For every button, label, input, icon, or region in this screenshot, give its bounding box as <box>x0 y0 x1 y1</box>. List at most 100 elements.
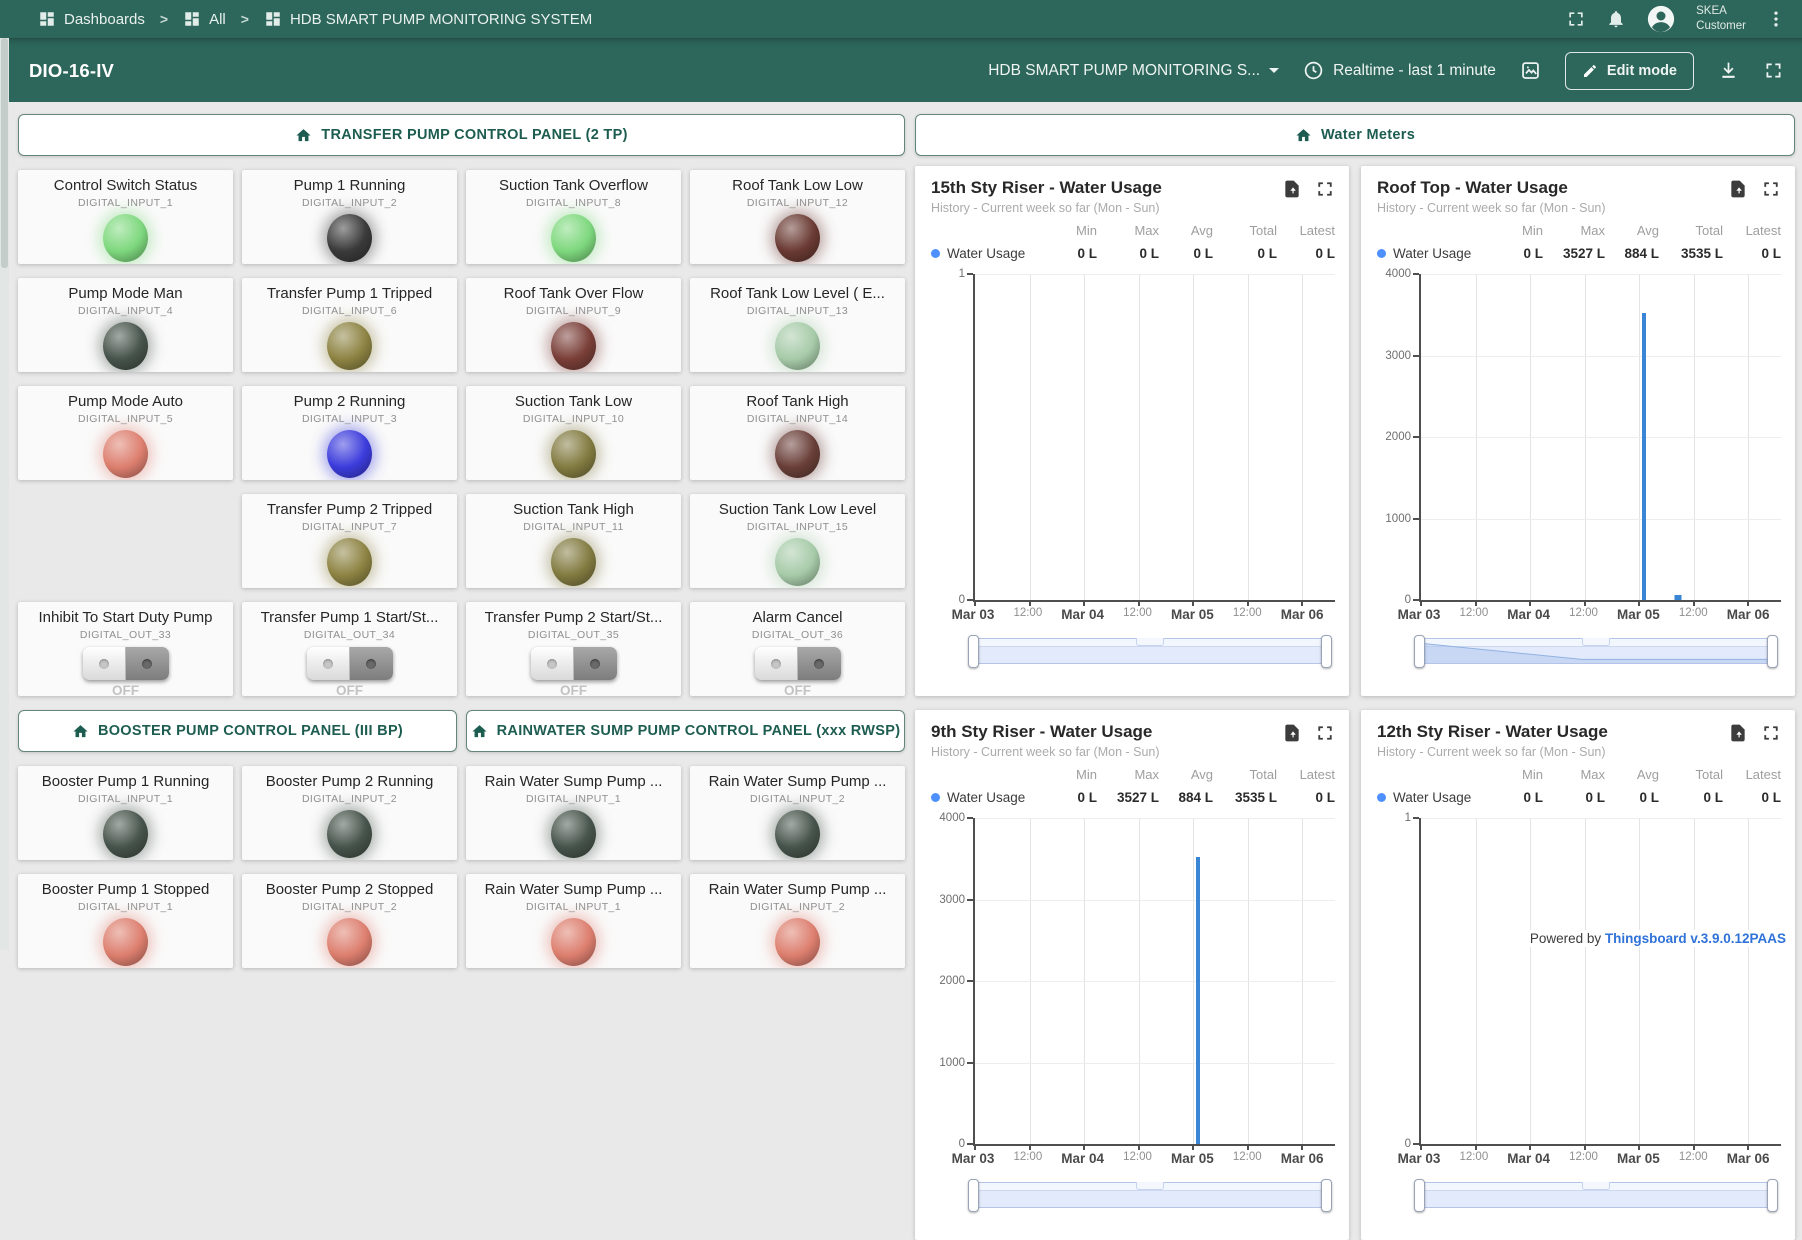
brush-grip[interactable] <box>1582 638 1610 646</box>
legend-stat-value: 0 L <box>1045 790 1097 805</box>
switch-state-label: OFF <box>466 683 681 696</box>
timewindow-button[interactable]: Realtime - last 1 minute <box>1303 60 1496 81</box>
download-button[interactable] <box>1718 60 1739 81</box>
led-indicator-card: Roof Tank HighDIGITAL_INPUT_14 <box>690 386 905 480</box>
vertical-gridline <box>1530 818 1531 1144</box>
brush-right-handle[interactable] <box>1321 635 1332 668</box>
powered-by-label: Powered by <box>1530 931 1601 946</box>
x-tick-label: 12:00 <box>1013 607 1042 619</box>
led-datakey-label: DIGITAL_INPUT_9 <box>466 305 681 317</box>
led-datakey-label: DIGITAL_INPUT_1 <box>18 197 233 209</box>
legend-stat-value: 0 L <box>1045 246 1097 261</box>
x-axis-labels: Mar 0312:00Mar 0412:00Mar 0512:00Mar 06 <box>1419 1146 1781 1170</box>
x-tick-label: 12:00 <box>1679 1151 1708 1163</box>
time-brush-scrollbar[interactable] <box>971 638 1329 664</box>
legend-column-header: Avg <box>1159 223 1213 238</box>
led-datakey-label: DIGITAL_INPUT_8 <box>466 197 681 209</box>
thingsboard-version-link[interactable]: Thingsboard v.3.9.0.12PAAS <box>1605 931 1786 946</box>
user-name[interactable]: SKEA Customer <box>1696 4 1746 34</box>
brush-right-handle[interactable] <box>1767 1179 1778 1212</box>
breadcrumb-item-all[interactable]: All <box>183 10 226 28</box>
brush-grip[interactable] <box>1136 638 1164 646</box>
toggle-switch[interactable] <box>83 647 169 680</box>
led-datakey-label: DIGITAL_INPUT_1 <box>466 901 681 913</box>
panel-header-label: Water Meters <box>1321 127 1415 143</box>
toggle-switch[interactable] <box>307 647 393 680</box>
dashboard-select[interactable]: HDB SMART PUMP MONITORING S... <box>988 62 1279 80</box>
brush-right-handle[interactable] <box>1321 1179 1332 1212</box>
y-tick-mark <box>967 817 973 819</box>
export-widget-button[interactable] <box>1282 723 1302 743</box>
led-indicator-card: Roof Tank Low LowDIGITAL_INPUT_12 <box>690 170 905 264</box>
page-scrollbar-track[interactable] <box>0 38 9 950</box>
brush-left-handle[interactable] <box>1414 635 1425 668</box>
brush-left-handle[interactable] <box>968 635 979 668</box>
y-tick-mark <box>1413 1143 1419 1145</box>
panel-header-water-meters: Water Meters <box>915 114 1795 156</box>
x-tick-label: 12:00 <box>1569 607 1598 619</box>
legend-stat-value: 0 L <box>1491 790 1543 805</box>
fullscreen-widget-button[interactable] <box>1315 179 1335 199</box>
chart-subtitle: History - Current week so far (Mon - Sun… <box>1377 745 1781 759</box>
x-tick-label: Mar 06 <box>1281 607 1324 622</box>
vertical-gridline <box>1248 274 1249 600</box>
export-widget-button[interactable] <box>1728 723 1748 743</box>
edit-mode-button[interactable]: Edit mode <box>1565 52 1694 90</box>
fullscreen-widget-button[interactable] <box>1761 179 1781 199</box>
switch-card-title: Inhibit To Start Duty Pump <box>18 609 233 626</box>
export-widget-button[interactable] <box>1728 179 1748 199</box>
time-brush-scrollbar[interactable] <box>1417 638 1775 664</box>
toggle-switch[interactable] <box>755 647 841 680</box>
toolbar-fullscreen-button[interactable] <box>1763 60 1784 81</box>
brush-left-handle[interactable] <box>1414 1179 1425 1212</box>
legend-header-row: MinMaxAvgTotalLatest <box>1377 220 1781 240</box>
brush-grip[interactable] <box>1582 1182 1610 1190</box>
legend-series: Water Usage <box>1377 790 1491 805</box>
fullscreen-widget-button[interactable] <box>1315 723 1335 743</box>
user-avatar[interactable] <box>1646 4 1676 34</box>
export-widget-button[interactable] <box>1282 179 1302 199</box>
legend-column-header: Max <box>1097 767 1159 782</box>
notifications-button[interactable] <box>1606 9 1626 29</box>
legend-stat-value: 0 L <box>1543 790 1605 805</box>
led-card-title: Roof Tank Low Low <box>690 177 905 194</box>
page-scrollbar-thumb[interactable] <box>1 38 8 268</box>
led-card-title: Roof Tank Over Flow <box>466 285 681 302</box>
toggle-on-side <box>574 647 617 680</box>
series-color-dot <box>1377 249 1386 258</box>
toggle-off-side <box>307 647 351 680</box>
brush-right-handle[interactable] <box>1767 635 1778 668</box>
fullscreen-widget-button[interactable] <box>1761 723 1781 743</box>
toggle-switch[interactable] <box>531 647 617 680</box>
topbar-actions: SKEA Customer <box>1566 4 1786 34</box>
led-card-title: Booster Pump 1 Running <box>18 773 233 790</box>
fullscreen-toggle-button[interactable] <box>1566 9 1586 29</box>
screenshot-button[interactable] <box>1520 60 1541 81</box>
time-brush-scrollbar[interactable] <box>971 1182 1329 1208</box>
chart-title: Roof Top - Water Usage <box>1377 178 1720 198</box>
series-name: Water Usage <box>947 246 1025 261</box>
brush-left-handle[interactable] <box>968 1179 979 1212</box>
time-brush-scrollbar[interactable] <box>1417 1182 1775 1208</box>
led-light <box>775 538 820 586</box>
more-menu-button[interactable] <box>1766 9 1786 29</box>
legend-column-header: Avg <box>1605 767 1659 782</box>
breadcrumb-item-dashboards[interactable]: Dashboards <box>38 10 145 28</box>
home-icon <box>295 127 312 144</box>
led-datakey-label: DIGITAL_INPUT_4 <box>18 305 233 317</box>
legend-column-header: Max <box>1543 223 1605 238</box>
download-icon <box>1718 60 1739 81</box>
led-indicator-card: Pump 2 RunningDIGITAL_INPUT_3 <box>242 386 457 480</box>
breadcrumb-item-current-dashboard[interactable]: HDB SMART PUMP MONITORING SYSTEM <box>264 10 592 28</box>
led-light <box>551 810 596 858</box>
brush-grip[interactable] <box>1136 1182 1164 1190</box>
x-axis-labels: Mar 0312:00Mar 0412:00Mar 0512:00Mar 06 <box>1419 602 1781 626</box>
panel-header-label: RAINWATER SUMP PUMP CONTROL PANEL (xxx R… <box>497 723 901 739</box>
led-light <box>551 322 596 370</box>
led-datakey-label: DIGITAL_INPUT_1 <box>18 901 233 913</box>
vertical-gridline <box>1030 274 1031 600</box>
legend-stat-value: 0 L <box>1277 246 1335 261</box>
plot-canvas <box>973 274 1335 602</box>
series-name: Water Usage <box>1393 790 1471 805</box>
vertical-gridline <box>1139 274 1140 600</box>
